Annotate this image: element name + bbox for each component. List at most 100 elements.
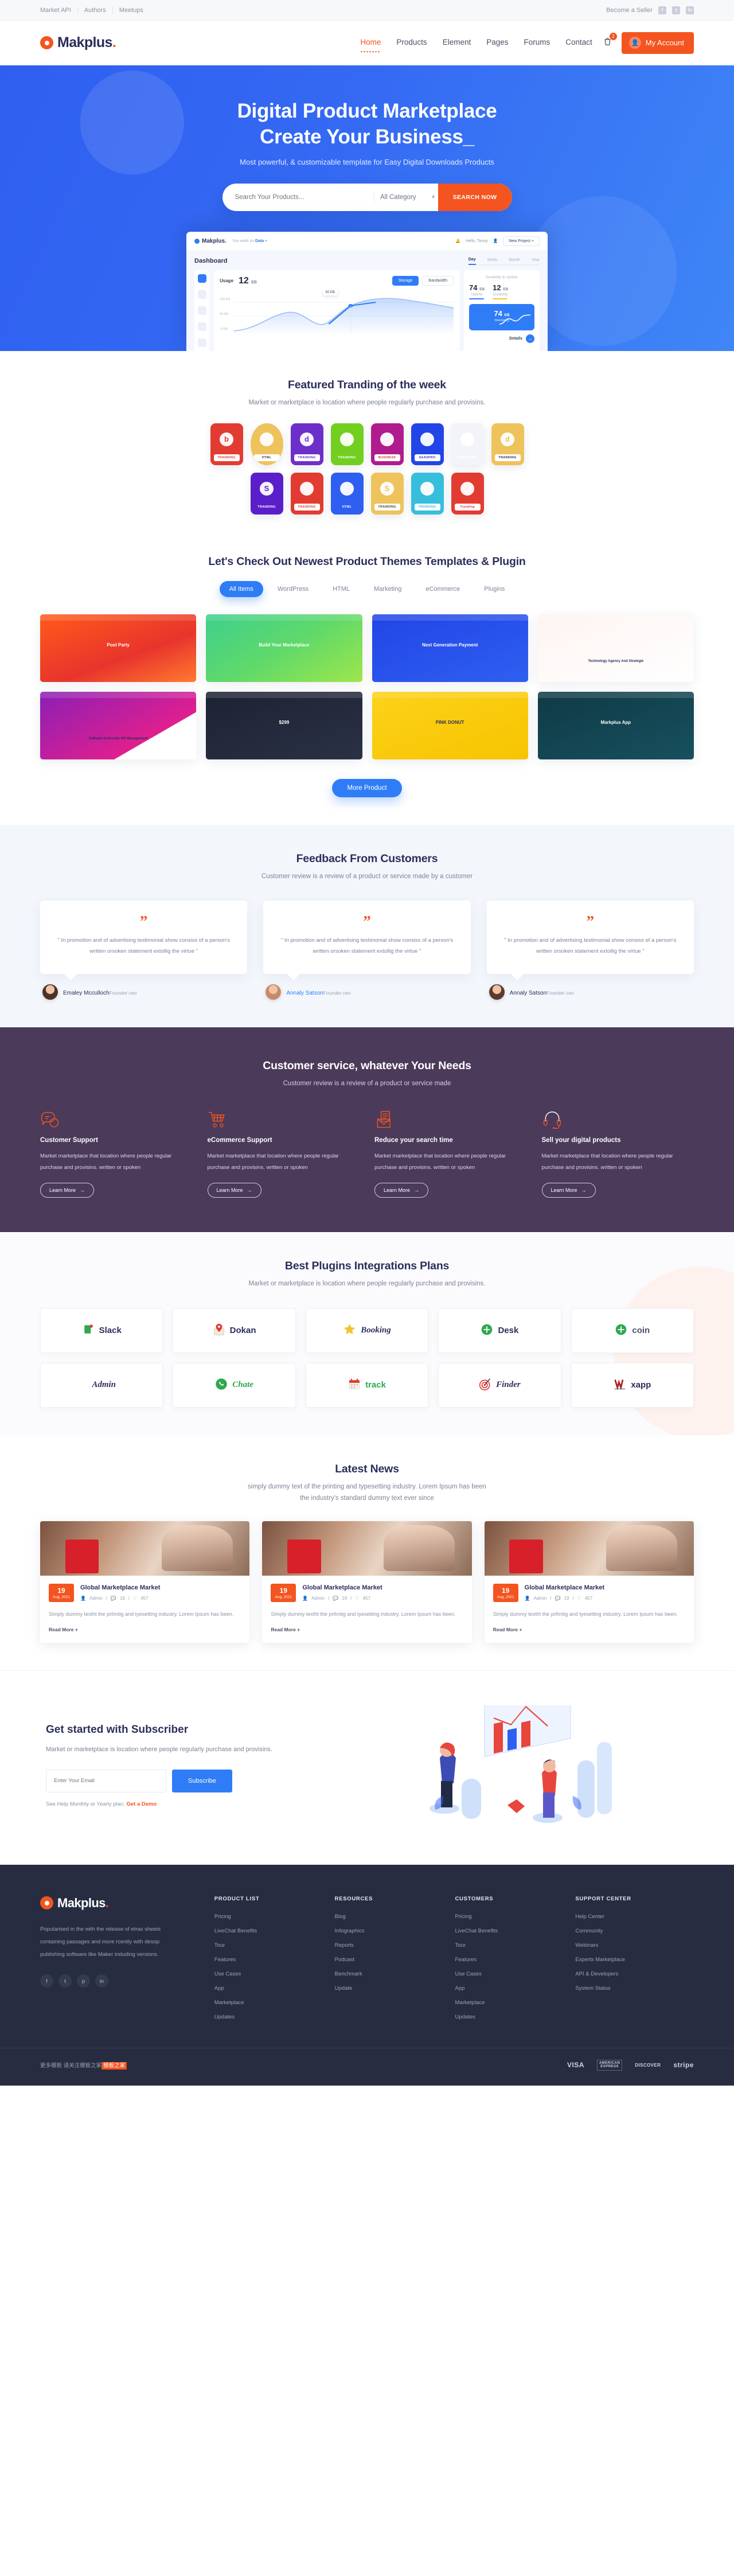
dashboard-avatar-icon[interactable]: 👤 bbox=[493, 239, 498, 243]
trending-card[interactable]: S TRANDING bbox=[250, 472, 283, 515]
learn-more-button[interactable]: Learn More → bbox=[541, 1183, 596, 1198]
product-card[interactable]: Software Instructio HR Management bbox=[40, 691, 197, 759]
footer-link[interactable]: Experts Marketplace bbox=[575, 1957, 694, 1963]
footer-link[interactable]: System Status bbox=[575, 1985, 694, 1992]
more-product-button[interactable]: More Product bbox=[332, 778, 402, 797]
learn-more-button[interactable]: Learn More → bbox=[374, 1183, 429, 1198]
trending-card[interactable]: Tranding bbox=[451, 472, 484, 515]
rail-settings-icon[interactable] bbox=[197, 338, 206, 347]
twitter-icon[interactable]: t bbox=[672, 6, 680, 14]
footer-link[interactable]: Help Center bbox=[575, 1914, 694, 1920]
trending-card[interactable]: TRANDING bbox=[290, 472, 323, 515]
rail-users-icon[interactable] bbox=[197, 306, 206, 315]
trending-card[interactable]: TRANDING bbox=[330, 423, 364, 465]
product-card[interactable]: Pool Party bbox=[40, 614, 197, 682]
product-card[interactable]: PINK DONUT bbox=[372, 691, 528, 759]
become-a-seller-link[interactable]: Become a Seller bbox=[606, 7, 653, 14]
footer-link[interactable]: Use Cases bbox=[214, 1971, 322, 1977]
footer-link[interactable]: Tour bbox=[214, 1942, 322, 1948]
dashboard-tab-week[interactable]: Week bbox=[487, 258, 498, 262]
arrow-right-icon[interactable]: → bbox=[526, 334, 534, 344]
learn-more-button[interactable]: Learn More → bbox=[40, 1183, 95, 1198]
facebook-icon[interactable]: f bbox=[658, 6, 666, 14]
learn-more-button[interactable]: Learn More → bbox=[207, 1183, 261, 1198]
product-tab-all-items[interactable]: All Items bbox=[219, 580, 263, 597]
facebook-icon[interactable]: f bbox=[40, 1974, 53, 1988]
plugin-card[interactable]: Chate bbox=[173, 1362, 296, 1408]
plugin-card[interactable]: coin bbox=[571, 1308, 694, 1353]
nav-item-pages[interactable]: Pages bbox=[486, 38, 508, 48]
footer-link[interactable]: Tour bbox=[455, 1942, 563, 1948]
storage-toggle[interactable]: Storage bbox=[392, 276, 419, 286]
footer-link[interactable]: LiveChat Benefits bbox=[214, 1928, 322, 1934]
plugin-card[interactable]: xapp bbox=[571, 1362, 694, 1408]
footer-link[interactable]: Pricing bbox=[455, 1914, 563, 1920]
rail-analytics-icon[interactable] bbox=[197, 274, 206, 283]
footer-link[interactable]: Marketplace bbox=[455, 2000, 563, 2006]
trending-card[interactable]: d TRANDING bbox=[491, 423, 524, 465]
email-input[interactable] bbox=[46, 1769, 166, 1792]
details-label[interactable]: Details bbox=[509, 337, 522, 341]
dashboard-new-project-button[interactable]: New Project + bbox=[503, 236, 540, 246]
category-select[interactable]: All Category ▼ bbox=[374, 190, 438, 204]
product-card[interactable]: $299 bbox=[206, 691, 362, 759]
footer-link[interactable]: Community bbox=[575, 1928, 694, 1934]
plugin-card[interactable]: Slack bbox=[40, 1308, 163, 1353]
product-tab-marketing[interactable]: Marketing bbox=[364, 581, 411, 597]
twitter-icon[interactable]: t bbox=[58, 1974, 72, 1988]
rail-folder-icon[interactable] bbox=[197, 290, 206, 299]
footer-link[interactable]: Webinars bbox=[575, 1942, 694, 1948]
product-card[interactable]: Build Your Marketplace bbox=[206, 614, 362, 682]
cart-icon[interactable]: 2 bbox=[603, 32, 617, 49]
topbar-link-authors[interactable]: Authors bbox=[78, 6, 113, 14]
pinterest-icon[interactable]: p bbox=[77, 1974, 90, 1988]
dashboard-tab-year[interactable]: Year bbox=[532, 258, 540, 262]
footer-link[interactable]: Blog bbox=[335, 1914, 443, 1920]
footer-link[interactable]: LiveChat Benefits bbox=[455, 1928, 563, 1934]
product-card[interactable]: Next Generation Payment bbox=[372, 614, 528, 682]
subscribe-button[interactable]: Subscribe bbox=[172, 1769, 232, 1792]
plugin-card[interactable]: Finder bbox=[438, 1362, 561, 1408]
footer-link[interactable]: Update bbox=[335, 1985, 443, 1992]
read-more-link[interactable]: Read More + bbox=[49, 1627, 241, 1632]
nav-item-products[interactable]: Products bbox=[396, 38, 427, 48]
nav-item-forums[interactable]: Forums bbox=[524, 38, 550, 48]
footer-link[interactable]: Reports bbox=[335, 1942, 443, 1948]
plugin-card[interactable]: Admin bbox=[40, 1362, 163, 1408]
news-card[interactable]: 19 Aug, 2021 Global Marketplace Market 👤 Adm… bbox=[484, 1521, 694, 1643]
my-account-button[interactable]: 👤 My Account bbox=[621, 32, 694, 54]
footer-link[interactable]: App bbox=[214, 1985, 322, 1992]
product-tab-html[interactable]: HTML bbox=[323, 581, 360, 597]
footer-link[interactable]: Features bbox=[455, 1957, 563, 1963]
footer-link[interactable]: Pricing bbox=[214, 1914, 322, 1920]
footer-link[interactable]: Updates bbox=[455, 2014, 563, 2020]
get-a-demo-link[interactable]: Get a Demo bbox=[126, 1801, 157, 1807]
copyright-badge[interactable]: 模板之家 bbox=[101, 2062, 127, 2070]
dashboard-work-value[interactable]: Data bbox=[255, 239, 264, 243]
product-card[interactable]: Markplus App bbox=[537, 691, 694, 759]
rail-cloud-icon[interactable] bbox=[197, 322, 206, 331]
footer-link[interactable]: API & Developers bbox=[575, 1971, 694, 1977]
nav-item-element[interactable]: Element bbox=[443, 38, 471, 48]
news-card[interactable]: 19 Aug, 2021 Global Marketplace Market 👤 Adm… bbox=[40, 1521, 250, 1643]
product-card[interactable]: Technology Agency And Strategie bbox=[537, 614, 694, 682]
dashboard-bell-icon[interactable]: 🔔 bbox=[455, 239, 460, 243]
search-now-button[interactable]: SEARCH NOW bbox=[438, 183, 512, 211]
trending-card[interactable]: TRANDING bbox=[411, 472, 444, 515]
read-more-link[interactable]: Read More + bbox=[271, 1627, 463, 1632]
bandwidth-toggle[interactable]: Bandwidth bbox=[422, 276, 454, 286]
plugin-card[interactable]: track bbox=[305, 1362, 429, 1408]
trending-card[interactable]: SAASPRO bbox=[411, 423, 444, 465]
trending-card[interactable]: HTML bbox=[250, 423, 283, 465]
product-tab-ecommerce[interactable]: eCommerce bbox=[416, 581, 470, 597]
footer-link[interactable]: Infographics bbox=[335, 1928, 443, 1934]
nav-item-contact[interactable]: Contact bbox=[565, 38, 592, 48]
read-more-link[interactable]: Read More + bbox=[493, 1627, 685, 1632]
trending-card[interactable]: HTML bbox=[330, 472, 364, 515]
footer-link[interactable]: App bbox=[455, 1985, 563, 1992]
footer-link[interactable]: Benchmark bbox=[335, 1971, 443, 1977]
linkedin-icon[interactable]: in bbox=[95, 1974, 108, 1988]
footer-link[interactable]: Use Cases bbox=[455, 1971, 563, 1977]
trending-card[interactable]: S TRANDING bbox=[370, 472, 404, 515]
footer-link[interactable]: Podcast bbox=[335, 1957, 443, 1963]
